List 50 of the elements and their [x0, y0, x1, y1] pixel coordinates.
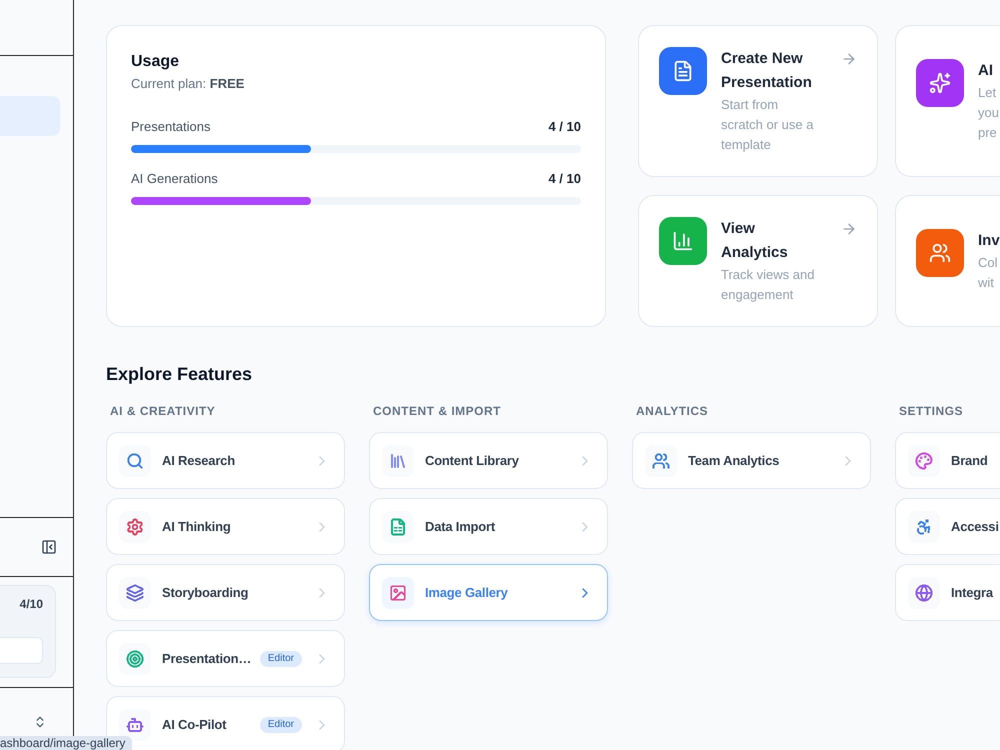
feature-item[interactable]: Data Import: [369, 498, 608, 555]
meter-label: Presentations: [131, 118, 210, 136]
feature-item[interactable]: Storyboarding: [106, 564, 345, 621]
feature-item[interactable]: Presentation… Editor: [106, 630, 345, 687]
meter-reading: 4 / 10: [548, 118, 581, 136]
action-card[interactable]: Create New Presentation Start from scratch or use a template: [638, 25, 878, 177]
status-url: ashboard/image-gallery: [0, 736, 132, 750]
category-heading: ANALYTICS: [635, 403, 710, 419]
layers-icon: [119, 576, 151, 608]
feature-item[interactable]: Content Library: [369, 432, 608, 489]
feature-item[interactable]: AI Research: [106, 432, 345, 489]
accessibility-icon: [908, 510, 940, 542]
category-heading: CONTENT & IMPORT: [372, 403, 502, 419]
meter-label: AI Generations: [131, 170, 218, 188]
action-description: Let you pre: [978, 84, 999, 142]
category-heading: AI & CREATIVITY: [109, 403, 216, 419]
action-description: Track views and engagement: [721, 266, 816, 304]
action-card[interactable]: View Analytics Track views and engagement: [638, 195, 878, 327]
action-title: AI: [978, 61, 994, 81]
action-description: Start from scratch or use a template: [721, 96, 814, 154]
feature-item[interactable]: Team Analytics: [632, 432, 871, 489]
image-icon: [382, 576, 414, 608]
globe-icon: [908, 576, 940, 608]
plan-text: Current plan: FREE: [131, 75, 246, 93]
editor-badge: Editor: [260, 716, 302, 732]
target-icon: [119, 642, 151, 674]
books-icon: [382, 444, 414, 476]
feature-item[interactable]: AI Thinking: [106, 498, 345, 555]
editor-badge: Editor: [260, 650, 302, 666]
usage-count: 4/10: [20, 596, 43, 612]
action-card[interactable]: Inv Col wit: [895, 195, 1000, 327]
search-icon: [119, 444, 151, 476]
action-title: Inv: [978, 231, 1000, 251]
feature-item[interactable]: Brand: [895, 432, 1000, 489]
action-card[interactable]: AI Let you pre: [895, 25, 1000, 177]
category-heading: SETTINGS: [898, 403, 964, 419]
users-icon: [645, 444, 677, 476]
action-title: View Analytics: [721, 219, 789, 263]
feature-item[interactable]: Image Gallery: [369, 564, 608, 621]
sidebar-collapse-icon[interactable]: [41, 539, 57, 555]
feature-item[interactable]: Integra: [895, 564, 1000, 621]
meter-reading: 4 / 10: [548, 170, 581, 188]
gear-icon: [119, 510, 151, 542]
action-title: Create New Presentation: [721, 49, 813, 93]
feature-item[interactable]: Accessi: [895, 498, 1000, 555]
usage-title: Usage: [131, 52, 180, 72]
spreadsheet-icon: [382, 510, 414, 542]
section-title: Explore Features: [106, 363, 254, 386]
palette-icon: [908, 444, 940, 476]
action-description: Col wit: [978, 254, 999, 292]
